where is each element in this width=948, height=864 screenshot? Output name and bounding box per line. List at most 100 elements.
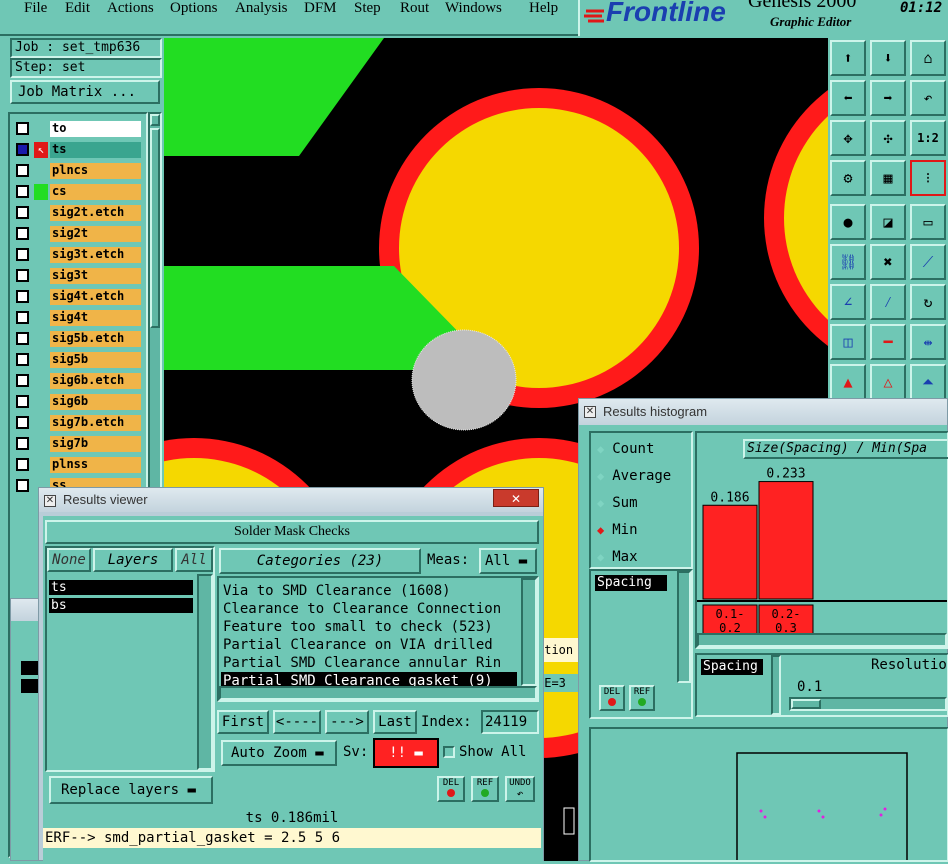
triangle-b-icon[interactable]: △ (870, 364, 906, 400)
line-icon[interactable]: ⟋ (910, 244, 946, 280)
move-left-icon[interactable]: ⬅ (830, 80, 866, 116)
zoom-fit-icon[interactable]: ✥ (830, 120, 866, 156)
layer-checkbox[interactable] (16, 437, 29, 450)
layer-name[interactable]: sig7b.etch (50, 415, 141, 431)
all-button[interactable]: All (175, 548, 213, 572)
next-button[interactable]: ---> (325, 710, 369, 734)
histogram-list-item[interactable]: Spacing (595, 575, 667, 591)
triangle-a-icon[interactable]: ▲ (830, 364, 866, 400)
layer-checkbox[interactable] (16, 332, 29, 345)
slash-icon[interactable]: ⁄ (870, 284, 906, 320)
measure-icon[interactable]: ⇹ (910, 324, 946, 360)
layer-checkbox[interactable] (16, 353, 29, 366)
layer-checkbox[interactable] (16, 416, 29, 429)
scale-1-2-icon[interactable]: 1:2 (910, 120, 946, 156)
menu-windows[interactable]: Windows (445, 0, 502, 17)
transform-icon[interactable]: ◪ (870, 204, 906, 240)
layer-name[interactable]: ts (50, 142, 141, 158)
hist-del-button[interactable]: DEL (599, 685, 625, 711)
move-right-icon[interactable]: ➡ (870, 80, 906, 116)
menu-analysis[interactable]: Analysis (235, 0, 288, 17)
auto-zoom-dropdown[interactable]: Auto Zoom ▬ (221, 740, 337, 766)
cross-icon[interactable]: ✖ (870, 244, 906, 280)
close-button[interactable]: ✕ (493, 489, 539, 507)
layer-checkbox[interactable] (16, 164, 29, 177)
layer-checkbox[interactable] (16, 122, 29, 135)
meas-dropdown[interactable]: All ▬ (479, 548, 537, 574)
layer-checkbox[interactable] (16, 227, 29, 240)
layer-checkbox[interactable] (16, 290, 29, 303)
layer-name[interactable]: cs (50, 184, 141, 200)
menu-dfm[interactable]: DFM (304, 0, 337, 17)
pad-icon[interactable]: ◫ (830, 324, 866, 360)
spacing-scrollbar[interactable] (771, 655, 781, 715)
menu-actions[interactable]: Actions (107, 0, 154, 17)
layer-checkbox[interactable] (16, 458, 29, 471)
hist-ref-button[interactable]: REF (629, 685, 655, 711)
layer-checkbox[interactable] (16, 479, 29, 492)
layer-row-sig2t-etch[interactable]: sig2t.etch (16, 204, 141, 221)
layer-checkbox[interactable] (16, 248, 29, 261)
layer-row-sig6b-etch[interactable]: sig6b.etch (16, 372, 141, 389)
connect-icon[interactable]: ⛓ (830, 244, 866, 280)
menu-rout[interactable]: Rout (400, 0, 429, 17)
layer-row-cs[interactable]: cs (16, 183, 141, 200)
layers-button[interactable]: Layers (93, 548, 173, 572)
layer-name[interactable]: sig3t.etch (50, 247, 141, 263)
layer-checkbox[interactable] (16, 395, 29, 408)
categories-vscrollbar[interactable] (521, 578, 537, 686)
layer-checkbox[interactable] (16, 206, 29, 219)
menu-step[interactable]: Step (354, 0, 381, 17)
resolution-slider[interactable] (789, 697, 947, 711)
mode-radio-average[interactable]: ◆ Average (597, 466, 671, 486)
menu-help[interactable]: Help (529, 0, 558, 17)
chart-hscrollbar[interactable] (697, 633, 947, 647)
menu-options[interactable]: Options (170, 0, 218, 17)
replace-layers-button[interactable]: Replace layers ▬ (49, 776, 213, 804)
layer-row-plnss[interactable]: plnss (16, 456, 141, 473)
layer-row-to[interactable]: to (16, 120, 141, 137)
move-up-icon[interactable]: ⬆ (830, 40, 866, 76)
job-matrix-button[interactable]: Job Matrix ... (10, 80, 160, 104)
layer-row-sig6b[interactable]: sig6b (16, 393, 141, 410)
layer-name[interactable]: sig3t (50, 268, 141, 284)
layer-checkbox[interactable] (16, 143, 29, 156)
ruler-icon[interactable]: ▭ (910, 204, 946, 240)
show-all-checkbox[interactable] (443, 746, 455, 758)
category-item[interactable]: Partial Clearance on VIA drilled (221, 636, 517, 654)
layer-scrollbar[interactable] (197, 574, 213, 770)
category-item[interactable]: Feature too small to check (523) (221, 618, 517, 636)
layer-name[interactable]: plnss (50, 457, 141, 473)
layer-name[interactable]: plncs (50, 163, 141, 179)
triangle-c-icon[interactable]: ⏶ (910, 364, 946, 400)
layer-row-ts[interactable]: ↖ ts (16, 141, 141, 158)
first-button[interactable]: First (217, 710, 269, 734)
select-icon[interactable]: ● (830, 204, 866, 240)
layer-list-item-ts[interactable]: ts (49, 580, 193, 595)
scroll-up-arrow-icon[interactable] (150, 114, 160, 126)
layer-checkbox[interactable] (16, 269, 29, 282)
layer-name[interactable]: to (50, 121, 141, 137)
layer-name[interactable]: sig6b (50, 394, 141, 410)
mode-radio-max[interactable]: ◆ Max (597, 547, 638, 567)
grid-icon[interactable]: ▦ (870, 160, 906, 196)
snap-icon[interactable]: ⁝ (910, 160, 946, 196)
mode-radio-min[interactable]: ◆ Min (597, 520, 638, 540)
mode-radio-count[interactable]: ◆ Count (597, 439, 654, 459)
menu-file[interactable]: File (24, 0, 47, 17)
layer-row-sig4t-etch[interactable]: sig4t.etch (16, 288, 141, 305)
histogram-list-scrollbar[interactable] (677, 571, 691, 683)
mode-radio-sum[interactable]: ◆ Sum (597, 493, 638, 513)
undo-button[interactable]: UNDO ↶ (505, 776, 535, 802)
results-viewer-titlebar[interactable]: ✕ Results viewer ✕ (39, 488, 543, 512)
layer-row-sig7b-etch[interactable]: sig7b.etch (16, 414, 141, 431)
layer-name[interactable]: sig2t (50, 226, 141, 242)
del-button[interactable]: DEL (437, 776, 465, 802)
sv-dropdown[interactable]: !! ▬ (373, 738, 439, 768)
menu-edit[interactable]: Edit (65, 0, 90, 17)
category-item[interactable]: Clearance to Clearance Connection (221, 600, 517, 618)
category-item[interactable]: Partial SMD Clearance annular Rin (221, 654, 517, 672)
last-button[interactable]: Last (373, 710, 417, 734)
home-icon[interactable]: ⌂ (910, 40, 946, 76)
layer-row-sig5b[interactable]: sig5b (16, 351, 141, 368)
